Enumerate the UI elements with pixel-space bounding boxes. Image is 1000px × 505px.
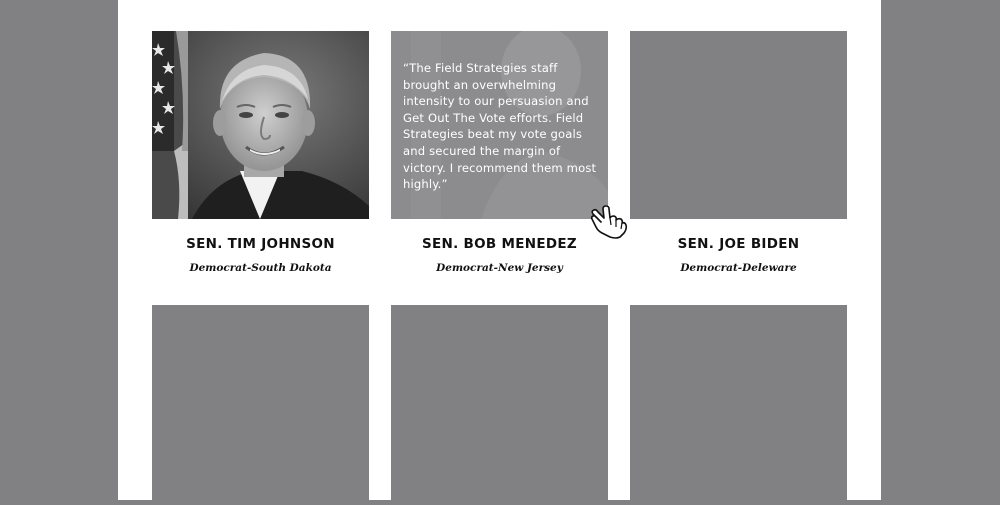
content-panel: SEN. TIM JOHNSON Democrat-South Dakota “… [118, 0, 881, 505]
senator-photo-tim-johnson[interactable] [152, 31, 369, 219]
senator-party: Democrat-Deleware [680, 262, 797, 274]
senator-photo-placeholder[interactable] [391, 305, 608, 505]
senator-name: SEN. BOB MENEDEZ [421, 236, 578, 252]
senator-photo-placeholder[interactable] [152, 305, 369, 505]
testimonial-quote: “The Field Strategies staff brought an o… [403, 61, 597, 192]
senator-party: Democrat-South Dakota [189, 262, 332, 274]
portrait-image [152, 31, 369, 219]
hand-pointer-icon [590, 205, 630, 239]
senator-name: SEN. TIM JOHNSON [186, 236, 335, 252]
senator-name: SEN. JOE BIDEN [677, 236, 800, 252]
senator-quote-overlay[interactable]: “The Field Strategies staff brought an o… [391, 31, 608, 219]
senator-photo-placeholder[interactable] [630, 305, 847, 505]
senator-party: Democrat-New Jersey [436, 262, 563, 274]
senator-photo-placeholder[interactable] [630, 31, 847, 219]
